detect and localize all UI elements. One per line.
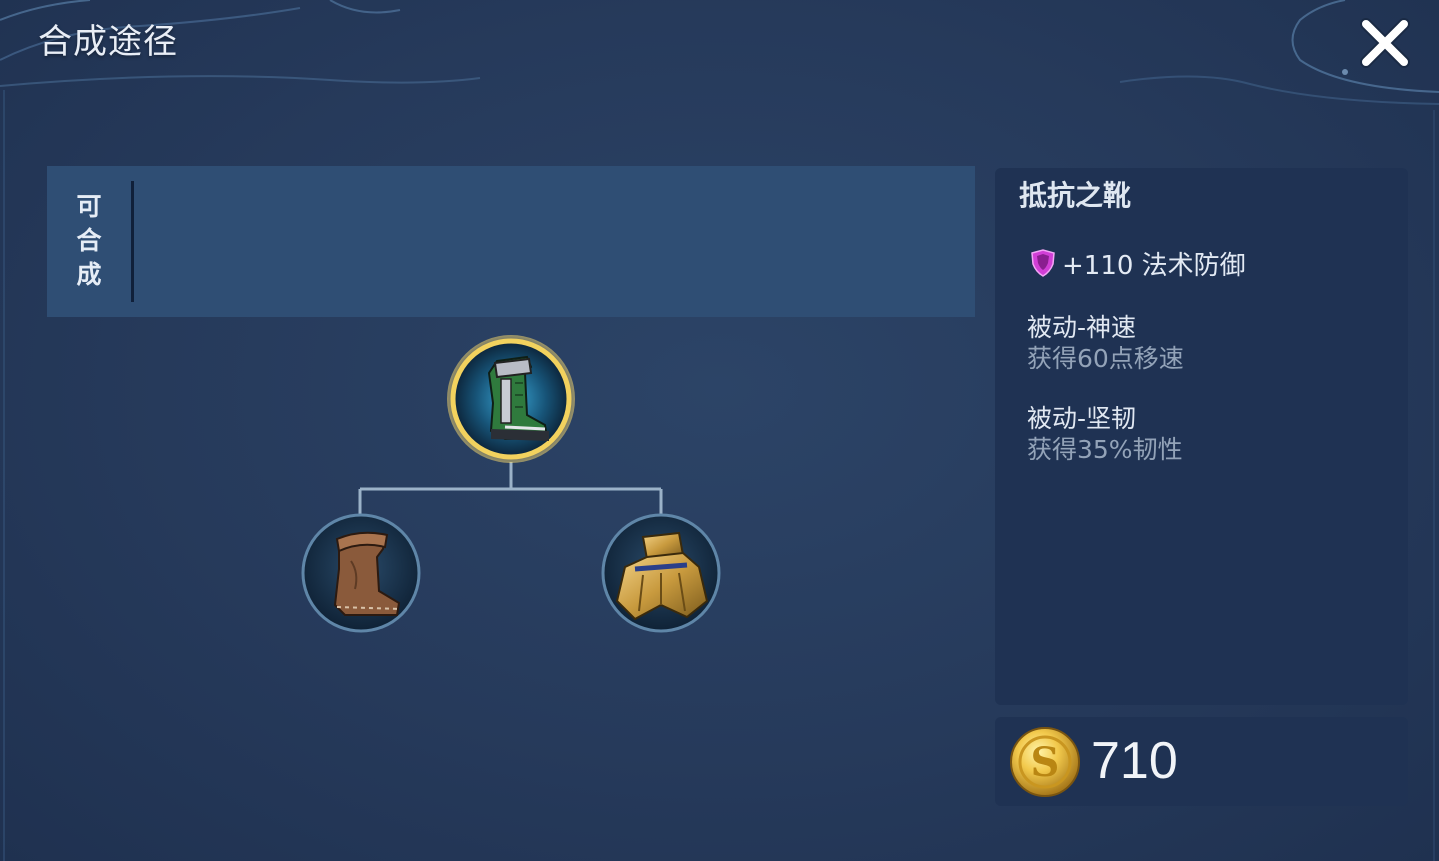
close-icon xyxy=(1360,18,1410,68)
craftable-items-panel xyxy=(47,166,975,317)
craftable-label-char: 可 xyxy=(76,192,102,221)
magic-defense-shield-icon xyxy=(1028,248,1058,278)
craftable-label: 可 合 成 xyxy=(74,190,104,292)
green-armored-boots-icon xyxy=(447,335,575,463)
svg-text:S: S xyxy=(1031,739,1060,786)
passive-description: 获得35%韧性 xyxy=(1027,435,1183,464)
passive-description: 获得60点移速 xyxy=(1027,344,1184,373)
crafting-path-screen: 合成途径 可 合 成 抵抗之靴 +110 法术防御 被动-神速 获得60点移速 … xyxy=(0,0,1439,861)
page-title: 合成途径 xyxy=(38,22,178,62)
gold-coin-icon: S xyxy=(1008,725,1082,799)
component-item-slot[interactable] xyxy=(299,511,423,635)
component-item-slot[interactable] xyxy=(599,511,723,635)
golden-cloak-armor-icon xyxy=(601,513,721,633)
target-item-slot[interactable] xyxy=(445,333,577,465)
price-value: 710 xyxy=(1091,732,1178,790)
item-name: 抵抗之靴 xyxy=(1019,179,1132,212)
craftable-divider xyxy=(131,181,134,302)
stat-row: +110 法术防御 xyxy=(1028,246,1246,281)
craftable-label-char: 成 xyxy=(76,260,102,289)
craftable-label-char: 合 xyxy=(76,226,102,255)
leather-boots-icon xyxy=(301,513,421,633)
close-button[interactable] xyxy=(1354,12,1416,74)
stat-text: +110 法术防御 xyxy=(1062,250,1246,281)
